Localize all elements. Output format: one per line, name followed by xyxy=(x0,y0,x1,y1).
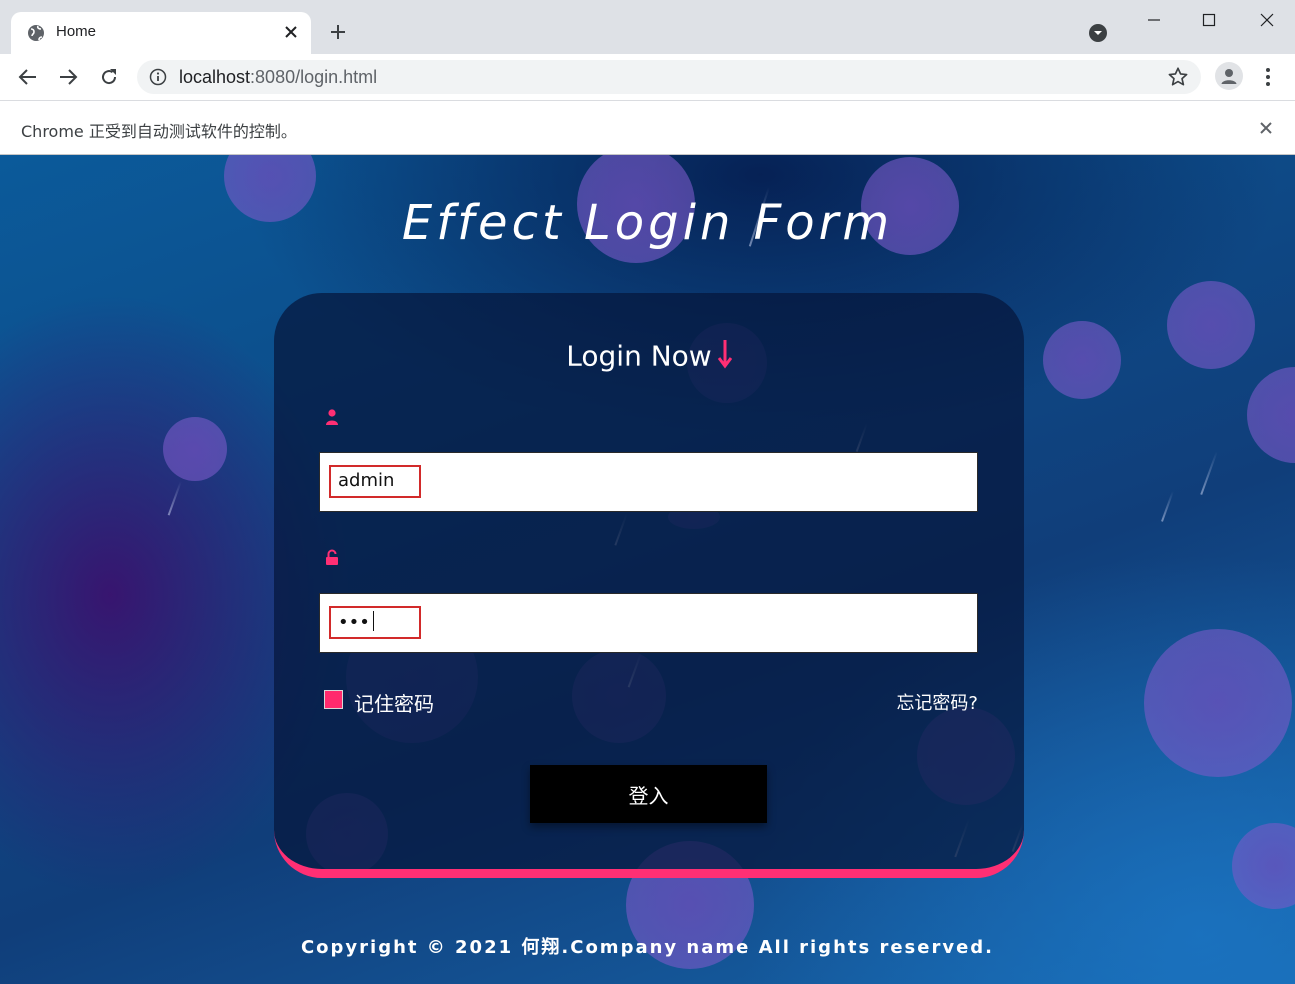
maximize-icon[interactable] xyxy=(1194,6,1224,34)
card-heading-text: Login Now xyxy=(566,339,712,373)
rain-streak xyxy=(1161,491,1174,522)
remember-checkbox[interactable] xyxy=(324,690,343,709)
forward-arrow-icon[interactable] xyxy=(55,64,81,90)
copyright-footer: Copyright © 2021 何翔.Company name All rig… xyxy=(300,937,995,958)
down-arrow-icon xyxy=(717,339,732,376)
close-icon[interactable] xyxy=(281,22,301,42)
remember-label[interactable]: 记住密码 xyxy=(354,688,434,717)
password-dots: ••• xyxy=(338,612,370,633)
star-icon[interactable] xyxy=(1167,66,1189,88)
infobar-close-icon[interactable] xyxy=(1256,118,1276,138)
tab-title: Home xyxy=(56,23,97,40)
bubble xyxy=(1144,629,1292,777)
login-button[interactable]: 登入 xyxy=(530,765,767,823)
menu-icon[interactable] xyxy=(1258,64,1278,90)
login-page: Effect Login Form Login Now admin ••• 记住… xyxy=(0,155,1295,984)
globe-icon xyxy=(27,24,45,42)
bubble xyxy=(1247,367,1295,463)
user-icon xyxy=(325,409,339,425)
window-close-icon[interactable] xyxy=(1252,6,1282,34)
browser-toolbar: localhost:8080/login.html xyxy=(0,54,1295,100)
reload-icon[interactable] xyxy=(96,64,122,90)
bubble xyxy=(1167,281,1255,369)
card-heading: Login Now xyxy=(274,339,1024,376)
username-input[interactable]: admin xyxy=(319,452,978,512)
infobar-text: Chrome 正受到自动测试软件的控制。 xyxy=(21,122,297,141)
tab-strip: Home xyxy=(0,0,1295,54)
password-value: ••• xyxy=(338,611,374,633)
browser-tab[interactable]: Home xyxy=(11,12,311,54)
password-input[interactable]: ••• xyxy=(319,593,978,653)
bubble xyxy=(1043,321,1121,399)
profile-icon[interactable] xyxy=(1215,62,1243,90)
page-title: Effect Login Form xyxy=(401,195,894,251)
back-arrow-icon[interactable] xyxy=(15,64,41,90)
tab-search-icon[interactable] xyxy=(1087,22,1109,44)
minimize-icon[interactable] xyxy=(1139,6,1169,34)
bubble xyxy=(1232,823,1295,909)
info-icon[interactable] xyxy=(149,68,167,86)
url-host: localhost xyxy=(179,67,251,87)
url-text: localhost:8080/login.html xyxy=(179,67,377,88)
address-bar[interactable]: localhost:8080/login.html xyxy=(137,60,1201,94)
lock-icon xyxy=(325,549,339,566)
rain-streak xyxy=(1200,451,1218,495)
rain-streak xyxy=(167,481,182,516)
automation-infobar: Chrome 正受到自动测试软件的控制。 xyxy=(0,100,1295,155)
bubble xyxy=(163,417,227,481)
plus-icon[interactable] xyxy=(327,21,349,43)
username-value: admin xyxy=(338,470,395,491)
url-path: :8080/login.html xyxy=(250,67,378,87)
login-card: Login Now admin ••• 记住密码 忘记密码? 登入 xyxy=(274,293,1024,878)
forgot-password-link[interactable]: 忘记密码? xyxy=(896,689,978,715)
text-caret xyxy=(372,611,374,631)
